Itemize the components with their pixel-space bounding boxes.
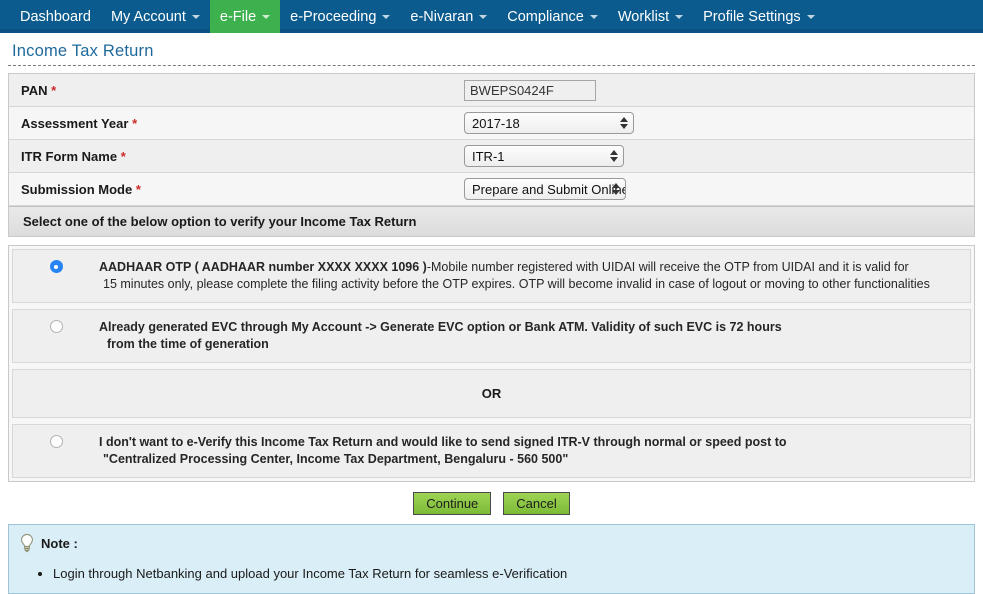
nav-item-label: e-File — [219, 8, 257, 25]
required-asterisk: * — [132, 115, 138, 131]
form-label-pan: PAN * — [9, 83, 464, 98]
nav-item-my-account[interactable]: My Account — [101, 0, 210, 33]
main-navigation: Dashboard My Account e-File e-Proceeding… — [0, 0, 983, 33]
chevron-down-icon — [382, 14, 391, 19]
chevron-down-icon — [479, 14, 488, 19]
label-text: Submission Mode — [21, 181, 133, 197]
stepper-arrows-icon — [610, 150, 618, 162]
option-bold-text: Already generated EVC through My Account… — [99, 320, 782, 334]
verification-option-existing-evc[interactable]: Already generated EVC through My Account… — [12, 309, 971, 363]
required-asterisk: * — [135, 181, 141, 197]
note-box: Note : Login through Netbanking and uplo… — [8, 524, 975, 594]
chevron-down-icon — [806, 14, 815, 19]
nav-item-label: Worklist — [617, 8, 670, 25]
continue-button[interactable]: Continue — [413, 492, 492, 515]
verification-option-text: I don't want to e-Verify this Income Tax… — [99, 434, 960, 468]
selected-value: ITR-1 — [472, 148, 505, 164]
label-text: ITR Form Name — [21, 148, 118, 164]
form-action-buttons: Continue Cancel — [8, 482, 975, 524]
submission-mode-select[interactable]: Prepare and Submit Online — [464, 178, 626, 200]
nav-item-e-proceeding[interactable]: e-Proceeding — [280, 0, 400, 33]
form-field-submission-mode: Prepare and Submit Online — [464, 178, 974, 200]
verification-option-aadhaar-otp[interactable]: AADHAAR OTP ( AADHAAR number XXXX XXXX 1… — [12, 249, 971, 303]
assessment-year-select[interactable]: 2017-18 — [464, 112, 634, 134]
nav-item-label: Dashboard — [20, 8, 91, 25]
required-asterisk: * — [120, 148, 126, 164]
option-line-2: from the time of generation — [107, 337, 269, 351]
nav-item-label: My Account — [110, 8, 186, 25]
stepper-arrows-icon — [612, 183, 620, 195]
lightbulb-icon — [21, 533, 33, 553]
verification-option-text: AADHAAR OTP ( AADHAAR number XXXX XXXX 1… — [99, 259, 960, 293]
note-heading-text: Note : — [41, 535, 78, 551]
form-row-submission-mode: Submission Mode * Prepare and Submit Onl… — [9, 173, 974, 206]
chevron-down-icon — [262, 14, 271, 19]
label-text: PAN — [21, 82, 48, 98]
itr-form-name-select[interactable]: ITR-1 — [464, 145, 624, 167]
note-heading: Note : — [19, 533, 964, 553]
chevron-down-icon — [191, 14, 200, 19]
verification-option-itr-v-post[interactable]: I don't want to e-Verify this Income Tax… — [12, 424, 971, 478]
page-title: Income Tax Return — [12, 42, 154, 60]
radio-itr-v-post[interactable] — [49, 435, 63, 448]
form-row-assessment-year: Assessment Year * 2017-18 — [9, 107, 974, 140]
verification-options-panel: AADHAAR OTP ( AADHAAR number XXXX XXXX 1… — [8, 245, 975, 482]
form-label-submission-mode: Submission Mode * — [9, 182, 464, 197]
label-text: Assessment Year — [21, 115, 129, 131]
radio-cell — [13, 434, 99, 448]
title-divider — [8, 65, 975, 66]
chevron-down-icon — [675, 14, 684, 19]
note-list-item: Login through Netbanking and upload your… — [53, 565, 964, 583]
option-bold-text: I don't want to e-Verify this Income Tax… — [99, 435, 787, 449]
radio-cell — [13, 319, 99, 333]
option-line-2: "Centralized Processing Center, Income T… — [103, 452, 569, 466]
pan-input[interactable] — [464, 79, 596, 101]
radio-cell — [13, 259, 99, 273]
or-separator: OR — [12, 369, 971, 418]
nav-item-compliance[interactable]: Compliance — [497, 0, 608, 33]
nav-item-profile-settings[interactable]: Profile Settings — [693, 0, 825, 33]
stepper-arrows-icon — [620, 117, 628, 129]
income-tax-return-form: PAN * Assessment Year * 2017-18 — [8, 73, 975, 237]
form-label-assessment-year: Assessment Year * — [9, 116, 464, 131]
form-row-itr-form-name: ITR Form Name * ITR-1 — [9, 140, 974, 173]
cancel-button[interactable]: Cancel — [503, 492, 570, 515]
option-rest-text: -Mobile number registered with UIDAI wil… — [426, 260, 909, 274]
form-field-assessment-year: 2017-18 — [464, 112, 974, 134]
radio-existing-evc[interactable] — [49, 320, 63, 333]
selected-value: 2017-18 — [472, 115, 520, 131]
form-label-itr-form-name: ITR Form Name * — [9, 149, 464, 164]
option-bold-text: AADHAAR OTP ( AADHAAR number XXXX XXXX 1… — [99, 260, 427, 274]
note-list: Login through Netbanking and upload your… — [19, 565, 964, 583]
option-line-2: 15 minutes only, please complete the fil… — [103, 277, 930, 291]
nav-item-label: e-Proceeding — [290, 8, 377, 25]
radio-aadhaar-otp[interactable] — [49, 260, 63, 273]
nav-item-label: e-Nivaran — [410, 8, 474, 25]
selected-value: Prepare and Submit Online — [472, 181, 626, 197]
nav-item-e-file[interactable]: e-File — [209, 0, 281, 33]
required-asterisk: * — [51, 82, 57, 98]
verification-section-header: Select one of the below option to verify… — [9, 206, 974, 236]
page-content: Income Tax Return PAN * Assessment Year … — [0, 33, 983, 594]
form-field-itr-form-name: ITR-1 — [464, 145, 974, 167]
nav-item-worklist[interactable]: Worklist — [608, 0, 693, 33]
nav-item-dashboard[interactable]: Dashboard — [10, 0, 101, 33]
nav-item-label: Compliance — [507, 8, 584, 25]
chevron-down-icon — [589, 14, 598, 19]
nav-item-label: Profile Settings — [703, 8, 801, 25]
form-field-pan — [464, 79, 974, 101]
form-row-pan: PAN * — [9, 74, 974, 107]
verification-option-text: Already generated EVC through My Account… — [99, 319, 960, 353]
nav-item-e-nivaran[interactable]: e-Nivaran — [400, 0, 497, 33]
